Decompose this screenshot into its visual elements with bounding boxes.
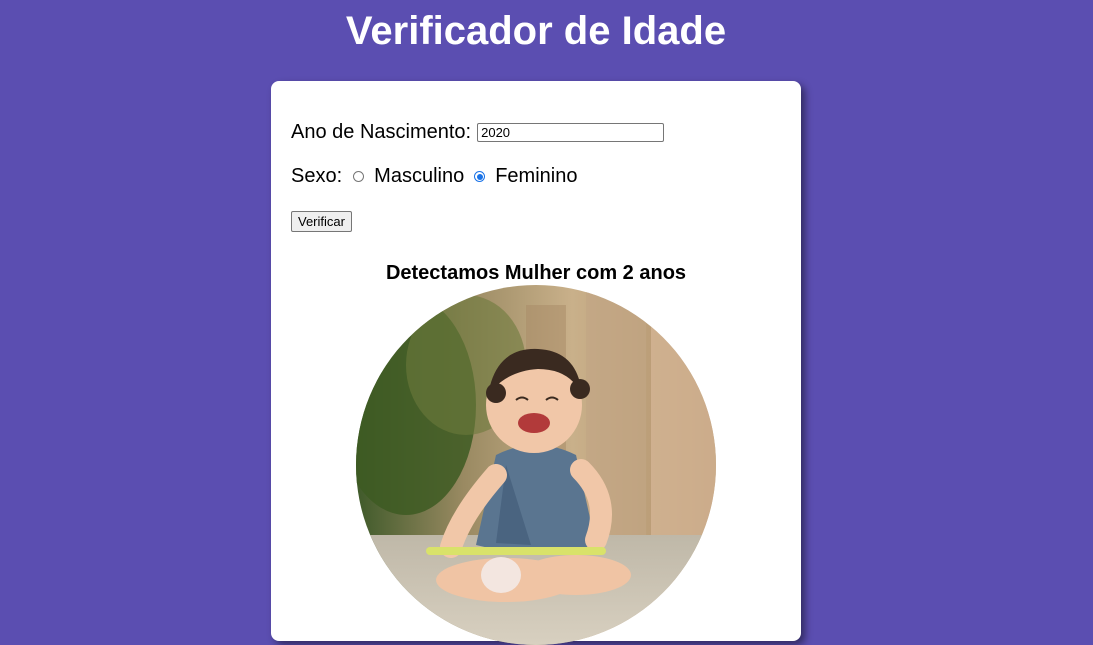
radio-feminino[interactable] <box>474 171 486 182</box>
verify-button[interactable]: Verificar <box>291 211 352 232</box>
birth-year-row: Ano de Nascimento: <box>291 121 665 144</box>
birth-year-input[interactable] <box>477 123 665 142</box>
verifier-card: Ano de Nascimento: Sexo: Masculino Femin… <box>271 81 801 645</box>
sex-row: Sexo: Masculino Feminino <box>291 165 577 188</box>
page-title: Verificador de Idade <box>345 9 727 53</box>
radio-masculino-label[interactable]: Masculino <box>374 165 464 188</box>
birth-year-label: Ano de Nascimento: <box>291 121 472 143</box>
baby-girl-photo <box>356 285 716 645</box>
result-text: Detectamos Mulher com 2 anos <box>385 262 687 284</box>
sex-label: Sexo: <box>291 165 343 187</box>
photo-illustration <box>356 285 716 645</box>
radio-masculino[interactable] <box>353 171 365 182</box>
radio-feminino-label[interactable]: Feminino <box>495 165 577 188</box>
